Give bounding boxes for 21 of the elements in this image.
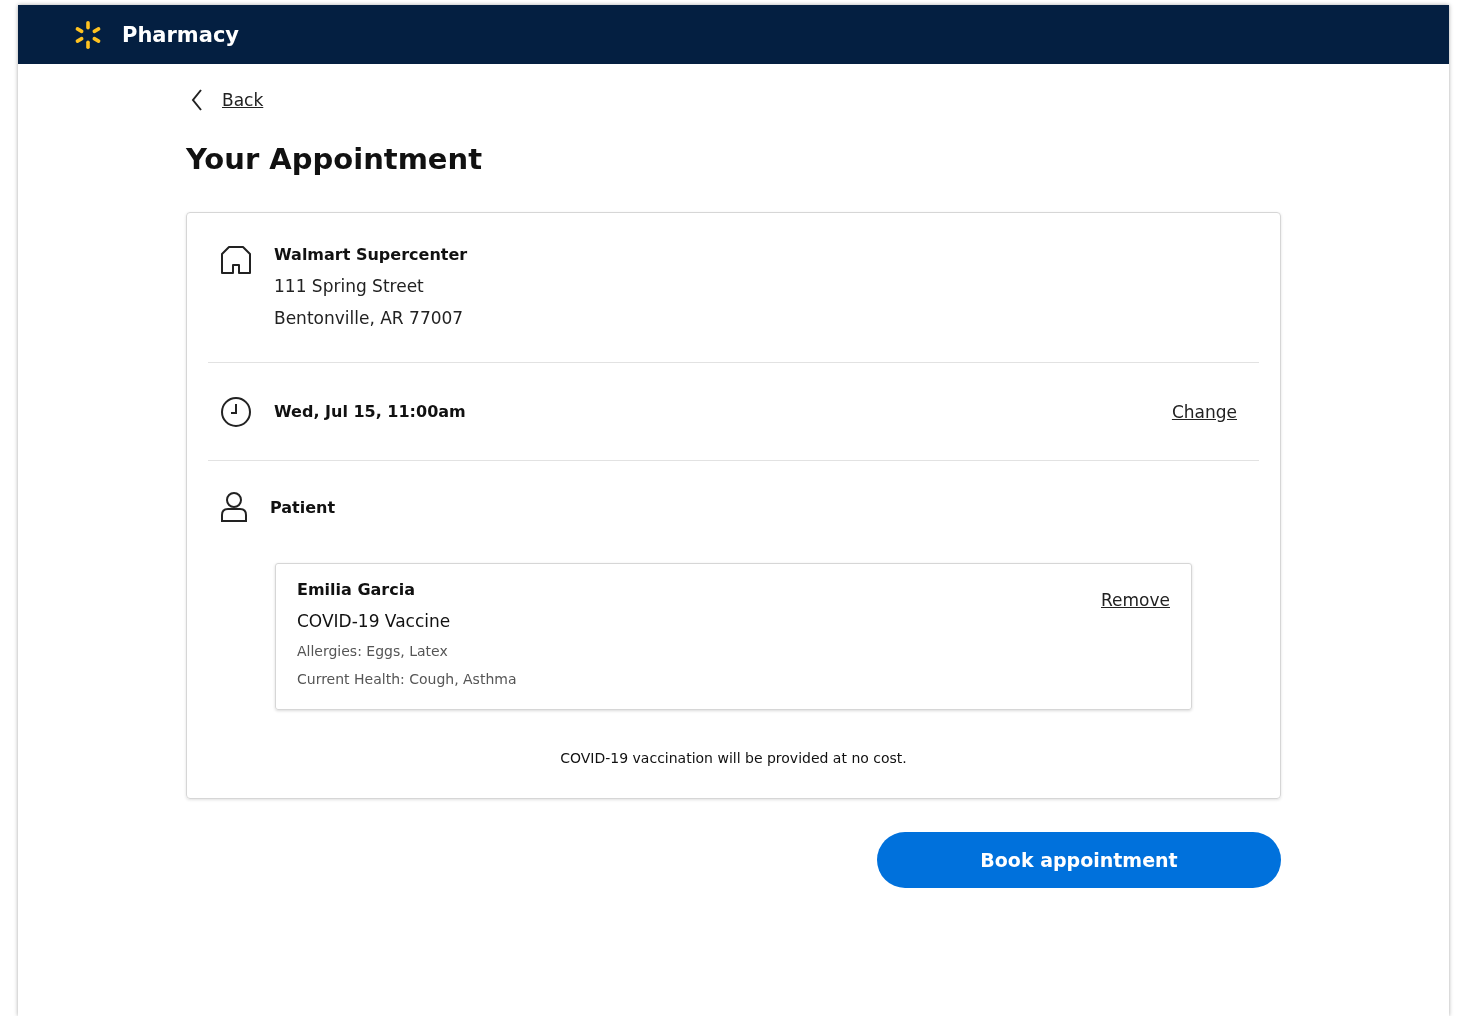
chevron-left-icon bbox=[190, 88, 204, 112]
appointment-time: Wed, Jul 15, 11:00am bbox=[274, 402, 467, 421]
clock-icon bbox=[220, 395, 252, 428]
spark-logo-icon bbox=[73, 19, 103, 50]
patient-name: Emilia Garcia bbox=[297, 580, 416, 599]
remove-link[interactable]: Remove bbox=[1101, 590, 1170, 610]
store-address: 111 Spring Street bbox=[274, 276, 425, 296]
store-address: Bentonville, AR 77007 bbox=[274, 308, 465, 328]
book-appointment-button[interactable]: Book appointment bbox=[877, 832, 1281, 888]
patient-detail: Allergies: Eggs, Latex bbox=[297, 643, 449, 659]
person-icon bbox=[220, 491, 248, 523]
change-link[interactable]: Change bbox=[1171, 401, 1237, 422]
store-icon bbox=[220, 245, 252, 275]
cost-note: COVID-19 vaccination will be provided at no cost. bbox=[559, 750, 908, 766]
header-title: Pharmacy bbox=[122, 22, 240, 47]
page-title: Your Appointment bbox=[186, 142, 484, 176]
back-link[interactable]: Back bbox=[222, 90, 264, 110]
store-name: Walmart Supercenter bbox=[274, 245, 468, 264]
patient-detail: Current Health: Cough, Asthma bbox=[297, 671, 517, 687]
patient-label: Patient bbox=[270, 497, 336, 517]
patient-service: COVID-19 Vaccine bbox=[297, 611, 452, 631]
